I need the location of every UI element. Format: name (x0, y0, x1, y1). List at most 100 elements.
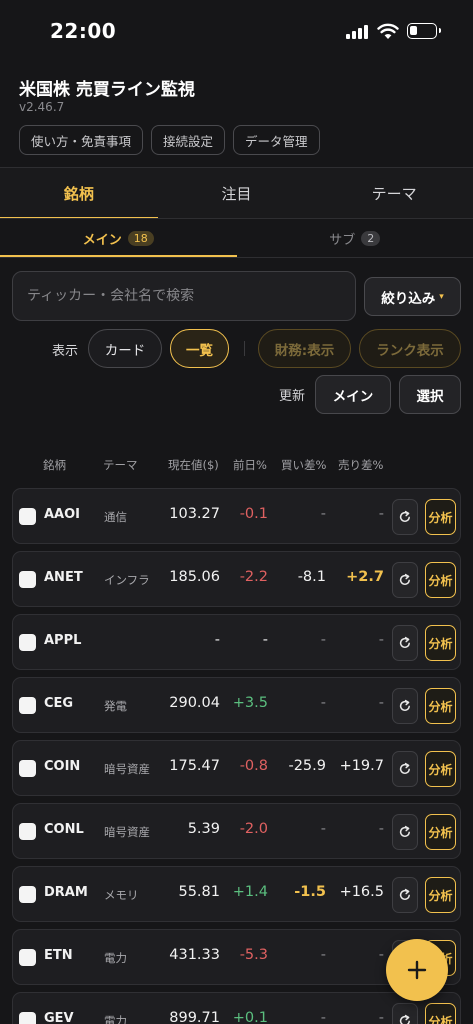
row-sell-diff: - (378, 821, 384, 837)
analyze-button[interactable]: 分析 (425, 751, 456, 787)
row-price: 55.81 (178, 884, 220, 900)
row-price: 290.04 (169, 695, 220, 711)
row-buy-diff: - (320, 506, 326, 522)
table-row[interactable]: CONL 暗号資産 5.39 -2.0 - - 分析 (12, 803, 461, 859)
sub-tabs: メイン 18 サブ 2 (0, 219, 473, 257)
refresh-icon[interactable] (392, 751, 418, 787)
analyze-button[interactable]: 分析 (425, 625, 456, 661)
chevron-down-icon: ▾ (439, 291, 444, 302)
header-buttons: 使い方・免責事項 接続設定 データ管理 (19, 125, 320, 155)
connection-settings-button[interactable]: 接続設定 (151, 125, 226, 155)
row-ticker: GEV (44, 1011, 74, 1024)
tab-stocks[interactable]: 銘柄 (0, 168, 158, 219)
row-buy-diff: -1.5 (294, 884, 326, 900)
table-row[interactable]: COIN 暗号資産 175.47 -0.8 -25.9 +19.7 分析 (12, 740, 461, 796)
analyze-button[interactable]: 分析 (425, 562, 456, 598)
refresh-icon[interactable] (392, 814, 418, 850)
row-checkbox[interactable] (19, 697, 36, 714)
row-change: - (262, 632, 268, 648)
row-change: +3.5 (232, 695, 268, 711)
analyze-button[interactable]: 分析 (425, 688, 456, 724)
tab-themes[interactable]: テーマ (315, 168, 473, 218)
wifi-icon (377, 23, 399, 39)
finance-display-button[interactable]: 財務:表示 (258, 329, 351, 368)
row-ticker: COIN (44, 759, 81, 774)
row-price: 103.27 (169, 506, 220, 522)
divider (0, 257, 473, 258)
row-buy-diff: - (320, 947, 326, 963)
row-checkbox[interactable] (19, 634, 36, 651)
row-theme: 発電 (104, 699, 127, 713)
col-header-change: 前日% (233, 458, 267, 472)
row-ticker: DRAM (44, 885, 88, 900)
row-ticker: AAOI (44, 507, 81, 522)
add-button[interactable] (386, 939, 448, 1001)
list-view-button[interactable]: 一覧 (170, 329, 229, 368)
refresh-icon[interactable] (392, 499, 418, 535)
row-checkbox[interactable] (19, 571, 36, 588)
row-sell-diff: - (378, 695, 384, 711)
col-header-buy-diff: 買い差% (281, 458, 327, 472)
update-select-button[interactable]: 選択 (399, 375, 461, 414)
row-sell-diff: +2.7 (346, 569, 384, 585)
row-sell-diff: +19.7 (339, 758, 384, 774)
subtab-main-count: 18 (127, 230, 154, 246)
row-sell-diff: +16.5 (339, 884, 384, 900)
row-checkbox[interactable] (19, 886, 36, 903)
row-buy-diff: - (320, 821, 326, 837)
filter-button[interactable]: 絞り込み ▾ (364, 277, 461, 316)
row-price: 185.06 (169, 569, 220, 585)
row-sell-diff: - (378, 947, 384, 963)
main-tabs: 銘柄 注目 テーマ (0, 168, 473, 219)
row-ticker: ANET (44, 570, 83, 585)
analyze-button[interactable]: 分析 (425, 877, 456, 913)
row-buy-diff: -25.9 (288, 758, 326, 774)
table-row[interactable]: ANET インフラ 185.06 -2.2 -8.1 +2.7 分析 (12, 551, 461, 607)
row-price: - (214, 632, 220, 648)
table-row[interactable]: DRAM メモリ 55.81 +1.4 -1.5 +16.5 分析 (12, 866, 461, 922)
analyze-button[interactable]: 分析 (425, 1003, 456, 1024)
refresh-icon[interactable] (392, 562, 418, 598)
table-row[interactable]: AAOI 通信 103.27 -0.1 - - 分析 (12, 488, 461, 544)
update-label: 更新 (279, 389, 306, 404)
row-sell-diff: - (378, 632, 384, 648)
tab-watch[interactable]: 注目 (158, 168, 316, 218)
refresh-icon[interactable] (392, 688, 418, 724)
search-input[interactable] (27, 288, 341, 304)
subtab-sub[interactable]: サブ 2 (237, 219, 473, 257)
row-theme: 通信 (104, 510, 127, 524)
row-ticker: CONL (44, 822, 84, 837)
refresh-icon[interactable] (392, 877, 418, 913)
row-checkbox[interactable] (19, 1012, 36, 1024)
usage-disclaimer-button[interactable]: 使い方・免責事項 (19, 125, 144, 155)
row-theme: メモリ (104, 888, 139, 902)
battery-icon (407, 23, 441, 39)
data-management-button[interactable]: データ管理 (233, 125, 320, 155)
row-change: -2.0 (239, 821, 268, 837)
plus-icon (407, 960, 427, 980)
refresh-icon[interactable] (392, 625, 418, 661)
row-price: 431.33 (169, 947, 220, 963)
analyze-button[interactable]: 分析 (425, 499, 456, 535)
refresh-icon[interactable] (392, 1003, 418, 1024)
analyze-button[interactable]: 分析 (425, 814, 456, 850)
row-checkbox[interactable] (19, 508, 36, 525)
table-row[interactable]: APPL - - - - 分析 (12, 614, 461, 670)
row-checkbox[interactable] (19, 949, 36, 966)
table-row[interactable]: CEG 発電 290.04 +3.5 - - 分析 (12, 677, 461, 733)
update-main-button[interactable]: メイン (315, 375, 391, 414)
row-theme: 電力 (104, 1014, 127, 1024)
table-row[interactable]: GEV 電力 899.71 +0.1 - - 分析 (12, 992, 461, 1024)
subtab-main[interactable]: メイン 18 (0, 219, 237, 257)
card-view-button[interactable]: カード (88, 329, 162, 368)
status-time: 22:00 (50, 19, 117, 43)
subtab-main-label: メイン (82, 232, 122, 248)
row-change: +1.4 (232, 884, 268, 900)
row-checkbox[interactable] (19, 823, 36, 840)
row-sell-diff: - (378, 506, 384, 522)
row-checkbox[interactable] (19, 760, 36, 777)
rank-display-button[interactable]: ランク表示 (359, 329, 461, 368)
cellular-signal-icon (346, 24, 370, 39)
row-buy-diff: - (320, 632, 326, 648)
row-theme: 電力 (104, 951, 127, 965)
